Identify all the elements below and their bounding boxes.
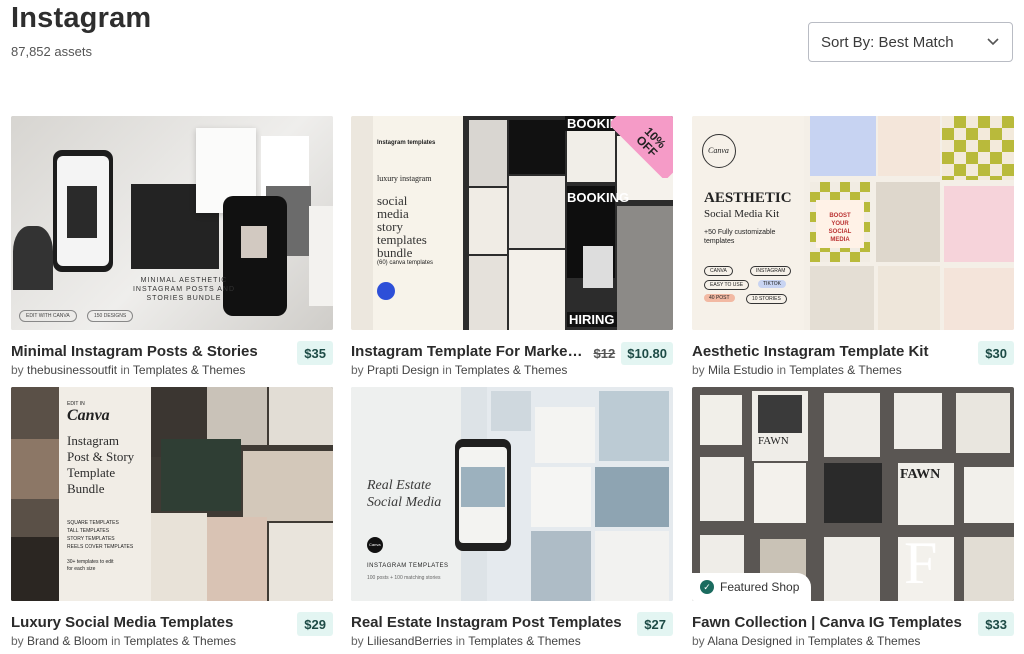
product-title[interactable]: Minimal Instagram Posts & Stories [11, 343, 291, 360]
category-link[interactable]: Templates & Themes [455, 363, 568, 377]
product-byline: by LiliesandBerries in Templates & Theme… [351, 634, 581, 648]
product-byline: by Brand & Bloom in Templates & Themes [11, 634, 237, 648]
thumb-text: BOOST YOUR SOCIAL MEDIA [828, 213, 852, 243]
thumb-headline: social media story templates bundle [377, 193, 427, 260]
product-byline: by Alana Designed in Templates & Themes [692, 634, 921, 648]
product-byline: by Prapti Design in Templates & Themes [351, 363, 568, 377]
price-badge: $35 [297, 341, 333, 365]
sort-label: Sort By: Best Match [821, 33, 954, 51]
thumb-tag: EDIT WITH CANVA [19, 310, 77, 322]
sale-badge: 10% OFF [611, 116, 673, 178]
sort-dropdown[interactable]: Sort By: Best Match [808, 22, 1013, 62]
product-title[interactable]: Instagram Template For Marke… [351, 343, 591, 360]
thumb-text: 100 posts + 100 matching stories [367, 575, 441, 581]
thumb-text: Instagram templates [377, 140, 436, 146]
product-title[interactable]: Real Estate Instagram Post Templates [351, 614, 631, 631]
thumb-text: 30+ templates to edit for each size [67, 559, 114, 572]
thumb-text: luxury instagram [377, 174, 432, 183]
thumb-tag: EASY TO USE [704, 280, 750, 290]
thumb-headline: Real Estate Social Media [367, 478, 442, 510]
thumb-text: Canva [369, 542, 381, 547]
thumb-text: BOOKING [567, 190, 630, 205]
thumb-text: SQUARE TEMPLATES TALL TEMPLATES STORY TEMP… [67, 520, 134, 550]
thumb-text: (60) canva templates [377, 260, 434, 266]
product-thumbnail[interactable]: Instagram templates luxury instagram soc… [351, 116, 673, 330]
product-byline: by thebusinessoutfit in Templates & Them… [11, 363, 246, 377]
chevron-down-icon [986, 35, 1000, 49]
thumb-tag: CANVA [704, 266, 733, 276]
thumb-tag: 40 POST [704, 294, 735, 302]
product-title[interactable]: Fawn Collection | Canva IG Templates [692, 614, 972, 631]
author-link[interactable]: Prapti Design [367, 363, 439, 377]
author-link[interactable]: Mila Estudio [708, 363, 773, 377]
category-link[interactable]: Templates & Themes [808, 634, 921, 648]
thumb-headline: AESTHETIC [704, 190, 792, 206]
price-badge: $27 [637, 612, 673, 636]
thumb-tag: TIKTOK [758, 280, 786, 288]
thumb-text: FAWN [900, 467, 941, 482]
page-title: Instagram [11, 2, 152, 34]
product-byline: by Mila Estudio in Templates & Themes [692, 363, 902, 377]
thumb-tag: 150 DESIGNS [87, 310, 134, 322]
thumb-tag: INSTAGRAM [750, 266, 792, 276]
product-thumbnail[interactable]: EDIT IN Canva Instagram Post & Story Templ… [11, 387, 333, 601]
price-badge: $12 $10.80 [594, 341, 673, 365]
featured-shop-badge: ✓ Featured Shop [692, 573, 812, 601]
thumb-headline: MINIMAL AESTHETIC INSTAGRAM POSTS AND STOR… [132, 277, 236, 302]
category-link[interactable]: Templates & Themes [133, 363, 246, 377]
author-link[interactable]: thebusinessoutfit [27, 363, 117, 377]
check-icon: ✓ [700, 580, 714, 594]
thumb-text: Canva [67, 407, 110, 424]
product-thumbnail[interactable]: Canva AESTHETIC Social Media Kit +50 Ful… [692, 116, 1014, 330]
category-link[interactable]: Templates & Themes [124, 634, 237, 648]
product-title[interactable]: Aesthetic Instagram Template Kit [692, 343, 972, 360]
product-title[interactable]: Luxury Social Media Templates [11, 614, 291, 631]
product-thumbnail[interactable]: MINIMAL AESTHETIC INSTAGRAM POSTS AND STOR… [11, 116, 333, 330]
author-link[interactable]: LiliesandBerries [367, 634, 452, 648]
thumb-text: FAWN [758, 435, 789, 447]
author-link[interactable]: Alana Designed [707, 634, 792, 648]
product-thumbnail[interactable]: Real Estate Social Media Canva INSTAGRAM … [351, 387, 673, 601]
thumb-text: Social Media Kit [704, 208, 780, 220]
thumb-tag: 10 STORIES [746, 294, 787, 304]
thumb-text: Canva [708, 146, 729, 155]
sale-price: $10.80 [621, 341, 673, 365]
category-link[interactable]: Templates & Themes [468, 634, 581, 648]
thumb-headline: Instagram Post & Story Template Bundle [67, 433, 135, 496]
thumb-text: +50 Fully customizable templates [704, 229, 776, 245]
price-badge: $29 [297, 612, 333, 636]
thumb-text: INSTAGRAM TEMPLATES [367, 563, 449, 569]
product-thumbnail[interactable]: FAWN FAWN F ✓ Featured Shop [692, 387, 1014, 601]
thumb-text: HIRING [567, 312, 617, 327]
original-price: $12 [593, 345, 616, 361]
price-badge: $30 [978, 341, 1014, 365]
category-link[interactable]: Templates & Themes [789, 363, 902, 377]
thumb-text: F [904, 530, 938, 596]
asset-count: 87,852 assets [11, 44, 92, 59]
author-link[interactable]: Brand & Bloom [27, 634, 108, 648]
price-badge: $33 [978, 612, 1014, 636]
